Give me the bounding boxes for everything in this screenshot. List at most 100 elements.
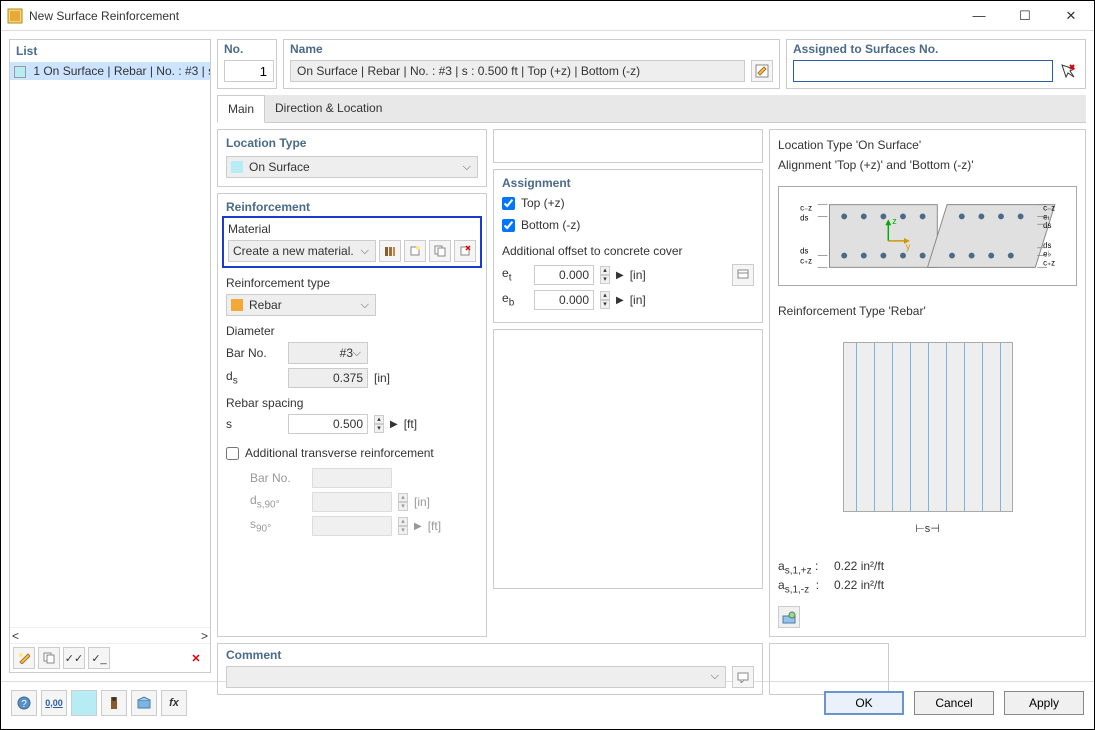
comment-title: Comment xyxy=(226,648,754,662)
et-value[interactable]: 0.000 xyxy=(534,265,594,285)
uncheck-button[interactable]: ✓_ xyxy=(88,647,110,669)
tab-direction[interactable]: Direction & Location xyxy=(265,95,392,122)
s-value[interactable]: 0.500 xyxy=(288,414,368,434)
top-checkbox[interactable] xyxy=(502,197,515,210)
new-material-button[interactable] xyxy=(404,240,426,262)
reinforcement-title: Reinforcement xyxy=(226,200,478,214)
name-box: Name On Surface | Rebar | No. : #3 | s :… xyxy=(283,39,780,89)
svg-text:ds: ds xyxy=(800,213,808,222)
function-button[interactable]: fx xyxy=(161,690,187,716)
library-button[interactable] xyxy=(379,240,401,262)
eb-label: eb xyxy=(502,291,528,308)
location-type-select[interactable]: On Surface xyxy=(226,156,478,178)
z-axis-label: z xyxy=(892,216,896,226)
box-button[interactable] xyxy=(71,690,97,716)
delete-button[interactable]: ✕ xyxy=(185,647,207,669)
material-select[interactable]: Create a new material. xyxy=(228,240,376,262)
no-field[interactable] xyxy=(224,60,274,82)
type-value: Rebar xyxy=(249,298,282,312)
svg-text:eₜ: eₜ xyxy=(1043,212,1050,221)
diagram-panel: Location Type 'On Surface' Alignment 'To… xyxy=(769,129,1086,637)
spacer-group xyxy=(493,129,763,163)
comment-select[interactable] xyxy=(226,666,726,688)
close-button[interactable]: ✕ xyxy=(1048,1,1094,31)
svg-text:?: ? xyxy=(21,699,27,710)
apply-button[interactable]: Apply xyxy=(1004,691,1084,715)
diameter-label: Diameter xyxy=(226,324,478,338)
diagram-settings-button[interactable] xyxy=(778,606,800,628)
window-title: New Surface Reinforcement xyxy=(29,9,956,23)
assigned-box: Assigned to Surfaces No. xyxy=(786,39,1086,89)
et-spinner[interactable]: ▴▾ xyxy=(600,266,610,284)
apply-to-button[interactable] xyxy=(101,690,127,716)
s-spinner[interactable]: ▴▾ xyxy=(374,415,384,433)
check-button[interactable]: ✓✓ xyxy=(63,647,85,669)
copy-material-button[interactable] xyxy=(429,240,451,262)
maximize-button[interactable]: ☐ xyxy=(1002,1,1048,31)
et-label: et xyxy=(502,266,528,283)
eb-unit: [in] xyxy=(630,293,646,307)
svg-text:ds: ds xyxy=(800,247,808,256)
ds-label: ds xyxy=(226,369,282,386)
svg-text:c₊z: c₊z xyxy=(1043,258,1055,267)
t-bar-no-value xyxy=(312,468,392,488)
bar-no-select[interactable]: #3 xyxy=(288,342,368,364)
location-diagram: z y c₋zds dsc₊z c₋zeₜds dse♭c₊z xyxy=(778,186,1077,286)
reinforcement-group: Reinforcement Material Create a new mate… xyxy=(217,193,487,637)
eb-value[interactable]: 0.000 xyxy=(534,290,594,310)
t-ds-spinner: ▴▾ xyxy=(398,493,408,511)
rebar-icon xyxy=(231,299,243,311)
spacing-label: Rebar spacing xyxy=(226,396,478,410)
delete-material-button[interactable] xyxy=(454,240,476,262)
result2-val: 0.22 in²/ft xyxy=(834,578,884,595)
location-text: Location Type 'On Surface' xyxy=(778,138,1077,152)
ok-button[interactable]: OK xyxy=(824,691,904,715)
app-icon xyxy=(7,8,23,24)
units-button[interactable]: 0,00 xyxy=(41,690,67,716)
svg-text:c₊z: c₊z xyxy=(800,256,812,265)
edit-name-button[interactable] xyxy=(751,60,773,82)
ds-unit: [in] xyxy=(374,371,390,385)
bottom-checkbox[interactable] xyxy=(502,219,515,232)
svg-text:ds: ds xyxy=(1043,241,1051,250)
location-type-title: Location Type xyxy=(226,136,478,150)
tabs: Main Direction & Location xyxy=(217,95,1086,123)
transverse-label: Additional transverse reinforcement xyxy=(245,446,434,460)
tab-main[interactable]: Main xyxy=(217,95,265,123)
bottom-label: Bottom (-z) xyxy=(521,218,580,232)
svg-text:c₋z: c₋z xyxy=(800,204,812,213)
view-button[interactable] xyxy=(131,690,157,716)
rebar-diagram xyxy=(843,342,1013,512)
surface-icon xyxy=(14,66,26,78)
list-panel: List 1 On Surface | Rebar | No. : #3 | s… xyxy=(9,39,211,673)
reinforcement-type-select[interactable]: Rebar xyxy=(226,294,376,316)
t-s-label: s90° xyxy=(250,517,306,534)
cancel-button[interactable]: Cancel xyxy=(914,691,994,715)
t-ds-label: ds,90° xyxy=(250,493,306,510)
result1-val: 0.22 in²/ft xyxy=(834,559,884,576)
et-unit: [in] xyxy=(630,268,646,282)
no-label: No. xyxy=(224,42,270,56)
titlebar: New Surface Reinforcement — ☐ ✕ xyxy=(1,1,1094,31)
svg-text:ds: ds xyxy=(1043,221,1051,230)
transverse-checkbox[interactable] xyxy=(226,447,239,460)
comment-button[interactable] xyxy=(732,666,754,688)
offset-settings-button[interactable] xyxy=(732,264,754,286)
list-item[interactable]: 1 On Surface | Rebar | No. : #3 | s : 0.… xyxy=(10,62,210,80)
assigned-field[interactable] xyxy=(793,60,1053,82)
surface-icon xyxy=(231,161,243,173)
eb-spinner[interactable]: ▴▾ xyxy=(600,291,610,309)
pick-surfaces-button[interactable] xyxy=(1057,60,1079,82)
empty-comment-side xyxy=(769,643,889,695)
copy-button[interactable] xyxy=(38,647,60,669)
list-horizontal-scroll[interactable]: <> xyxy=(10,627,210,643)
comment-group: Comment xyxy=(217,643,763,695)
help-button[interactable]: ? xyxy=(11,690,37,716)
minimize-button[interactable]: — xyxy=(956,1,1002,31)
result1-key: as,1,+z : xyxy=(778,559,828,576)
no-box: No. xyxy=(217,39,277,89)
t-bar-no-label: Bar No. xyxy=(250,471,306,485)
assigned-label: Assigned to Surfaces No. xyxy=(793,42,1079,56)
result2-key: as,1,-z : xyxy=(778,578,828,595)
new-button[interactable] xyxy=(13,647,35,669)
